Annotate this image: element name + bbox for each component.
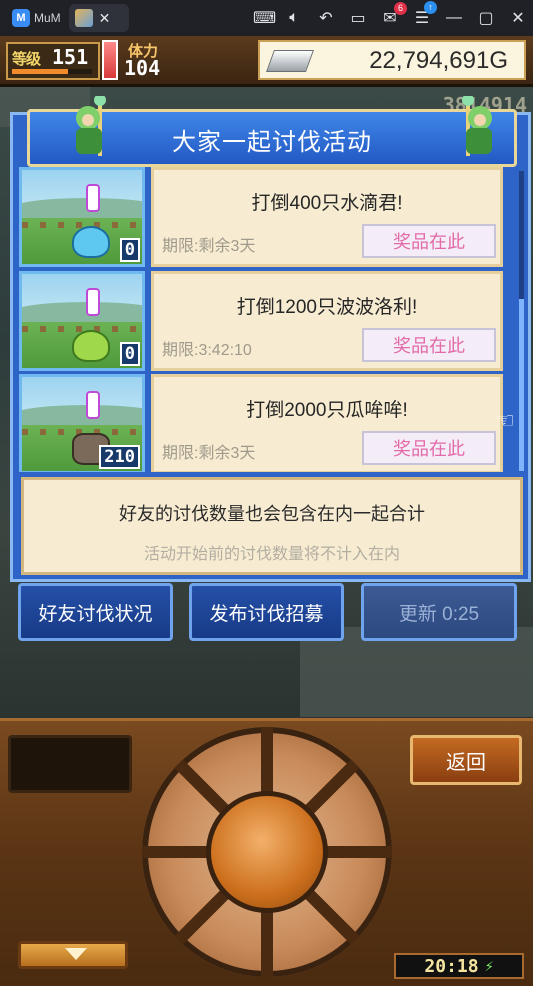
event-list[interactable]: 0 打倒400只水滴君! 期限:剩余3天 奖品在此 0 打倒1200只波波洛利!…: [19, 167, 519, 472]
control-dial[interactable]: [142, 727, 392, 977]
minimize-icon[interactable]: —: [445, 9, 463, 27]
silver-bar-icon: [265, 50, 315, 72]
update-badge: ↑: [424, 1, 437, 14]
prize-button[interactable]: 奖品在此: [362, 431, 496, 465]
kill-count: 0: [119, 238, 140, 262]
battery-charging-icon: ⚡: [484, 957, 494, 975]
mini-screen: [8, 735, 132, 793]
event-thumbnail: 0: [19, 167, 145, 267]
app-name: MuM: [34, 11, 61, 25]
event-row: 0 打倒400只水滴君! 期限:剩余3天 奖品在此: [19, 167, 505, 267]
event-row: 0 打倒1200只波波洛利! 期限:3:42:10 奖品在此: [19, 271, 505, 371]
pointer-hand-icon: ☜: [495, 408, 515, 433]
level-panel: 等级 151: [6, 42, 100, 80]
game-thumbnail-icon: [74, 9, 93, 27]
level-progress-bar: [12, 69, 92, 74]
event-card: 打倒2000只瓜哞哞! 期限:剩余3天 奖品在此: [151, 374, 503, 472]
kill-count: 0: [119, 342, 140, 366]
tab-strip: M MuM ✕: [4, 4, 129, 32]
pea-monster-icon: [72, 330, 110, 362]
clock-time: 20:18: [424, 955, 479, 977]
volume-icon[interactable]: 🔈︎: [285, 9, 303, 27]
friend-status-button[interactable]: 好友讨伐状况: [18, 583, 173, 641]
dialog-header: 大家一起讨伐活动: [27, 96, 517, 167]
prize-button[interactable]: 奖品在此: [362, 224, 496, 258]
event-thumbnail: 0: [19, 271, 145, 371]
emulator-titlebar: M MuM ✕ ⌨ 🔈︎ ↶ ▭ ✉ 6 ☰ ↑ — ▢ ✕: [0, 0, 533, 36]
prize-button[interactable]: 奖品在此: [362, 328, 496, 362]
event-deadline: 期限:剩余3天: [162, 445, 256, 462]
info-box: 好友的讨伐数量也会包含在内一起合计 活动开始前的讨伐数量将不计入在内: [21, 477, 523, 575]
mail-icon[interactable]: ✉ 6: [381, 2, 407, 28]
kill-count: 210: [99, 445, 140, 469]
game-tab[interactable]: ✕: [68, 4, 129, 32]
game-hud: 等级 151 体力 104 22,794,691G: [0, 36, 533, 87]
back-button[interactable]: 返回: [410, 735, 522, 785]
undo-icon[interactable]: ↶: [317, 8, 335, 28]
stamina-gauge-icon: [102, 40, 118, 80]
close-icon[interactable]: ✕: [509, 8, 527, 28]
menu-icon[interactable]: ☰ ↑: [413, 1, 437, 28]
restore-icon[interactable]: ▢: [477, 8, 495, 28]
event-deadline: 期限:3:42:10: [162, 342, 252, 359]
event-title: 打倒2000只瓜哞哞!: [246, 400, 408, 421]
level-label: 等级: [12, 51, 41, 68]
bottom-console: 返回 20:18 ⚡: [0, 718, 533, 986]
hills-decoration: [22, 198, 142, 218]
keyboard-icon[interactable]: ⌨: [253, 8, 276, 28]
scroll-down-button[interactable]: [18, 941, 128, 969]
level-progress-fill: [12, 69, 68, 74]
gold-panel: 22,794,691G: [258, 40, 526, 80]
info-secondary-text: 活动开始前的讨伐数量将不计入在内: [143, 546, 400, 563]
event-thumbnail: 210: [19, 374, 145, 472]
slime-monster-icon: [72, 226, 110, 258]
event-deadline: 期限:剩余3天: [162, 238, 256, 255]
info-primary-text: 好友的讨伐数量也会包含在内一起合计: [119, 504, 425, 524]
event-card: 打倒1200只波波洛利! 期限:3:42:10 奖品在此: [151, 271, 503, 371]
event-row: 210 打倒2000只瓜哞哞! 期限:剩余3天 奖品在此: [19, 374, 505, 472]
hills-decoration: [22, 405, 142, 425]
event-dialog: 大家一起讨伐活动 0 打倒400只水滴君! 期限:剩余3天 奖品在此 0 打倒1…: [10, 96, 531, 582]
screen-icon[interactable]: ▭: [349, 8, 367, 28]
scrollbar-thumb[interactable]: [519, 299, 524, 471]
down-arrow-icon: [65, 948, 87, 960]
mascot-right-icon: [462, 96, 492, 156]
clock-display: 20:18 ⚡: [394, 953, 524, 979]
hills-decoration: [22, 302, 142, 322]
event-title: 打倒1200只波波洛利!: [236, 297, 418, 318]
refresh-button[interactable]: 更新 0:25: [361, 583, 517, 641]
exclamation-icon: [86, 391, 100, 419]
event-title: 打倒400只水滴君!: [251, 193, 403, 214]
level-value: 151: [52, 45, 89, 69]
dialog-title: 大家一起讨伐活动: [172, 129, 372, 156]
dial-center-button[interactable]: [206, 791, 328, 913]
mumu-logo-icon: M: [12, 9, 30, 27]
list-scrollbar[interactable]: [519, 171, 524, 471]
mail-badge: 6: [394, 2, 407, 15]
event-card: 打倒400只水滴君! 期限:剩余3天 奖品在此: [151, 167, 503, 267]
post-recruit-button[interactable]: 发布讨伐招募: [189, 583, 344, 641]
window-controls: ⌨ 🔈︎ ↶ ▭ ✉ 6 ☰ ↑ — ▢ ✕: [253, 0, 527, 36]
exclamation-icon: [86, 184, 100, 212]
app-tab[interactable]: M MuM: [4, 4, 69, 32]
tab-close-icon[interactable]: ✕: [99, 10, 111, 27]
stamina-value: 104: [124, 56, 161, 80]
gold-value: 22,794,691G: [369, 47, 508, 74]
exclamation-icon: [86, 288, 100, 316]
